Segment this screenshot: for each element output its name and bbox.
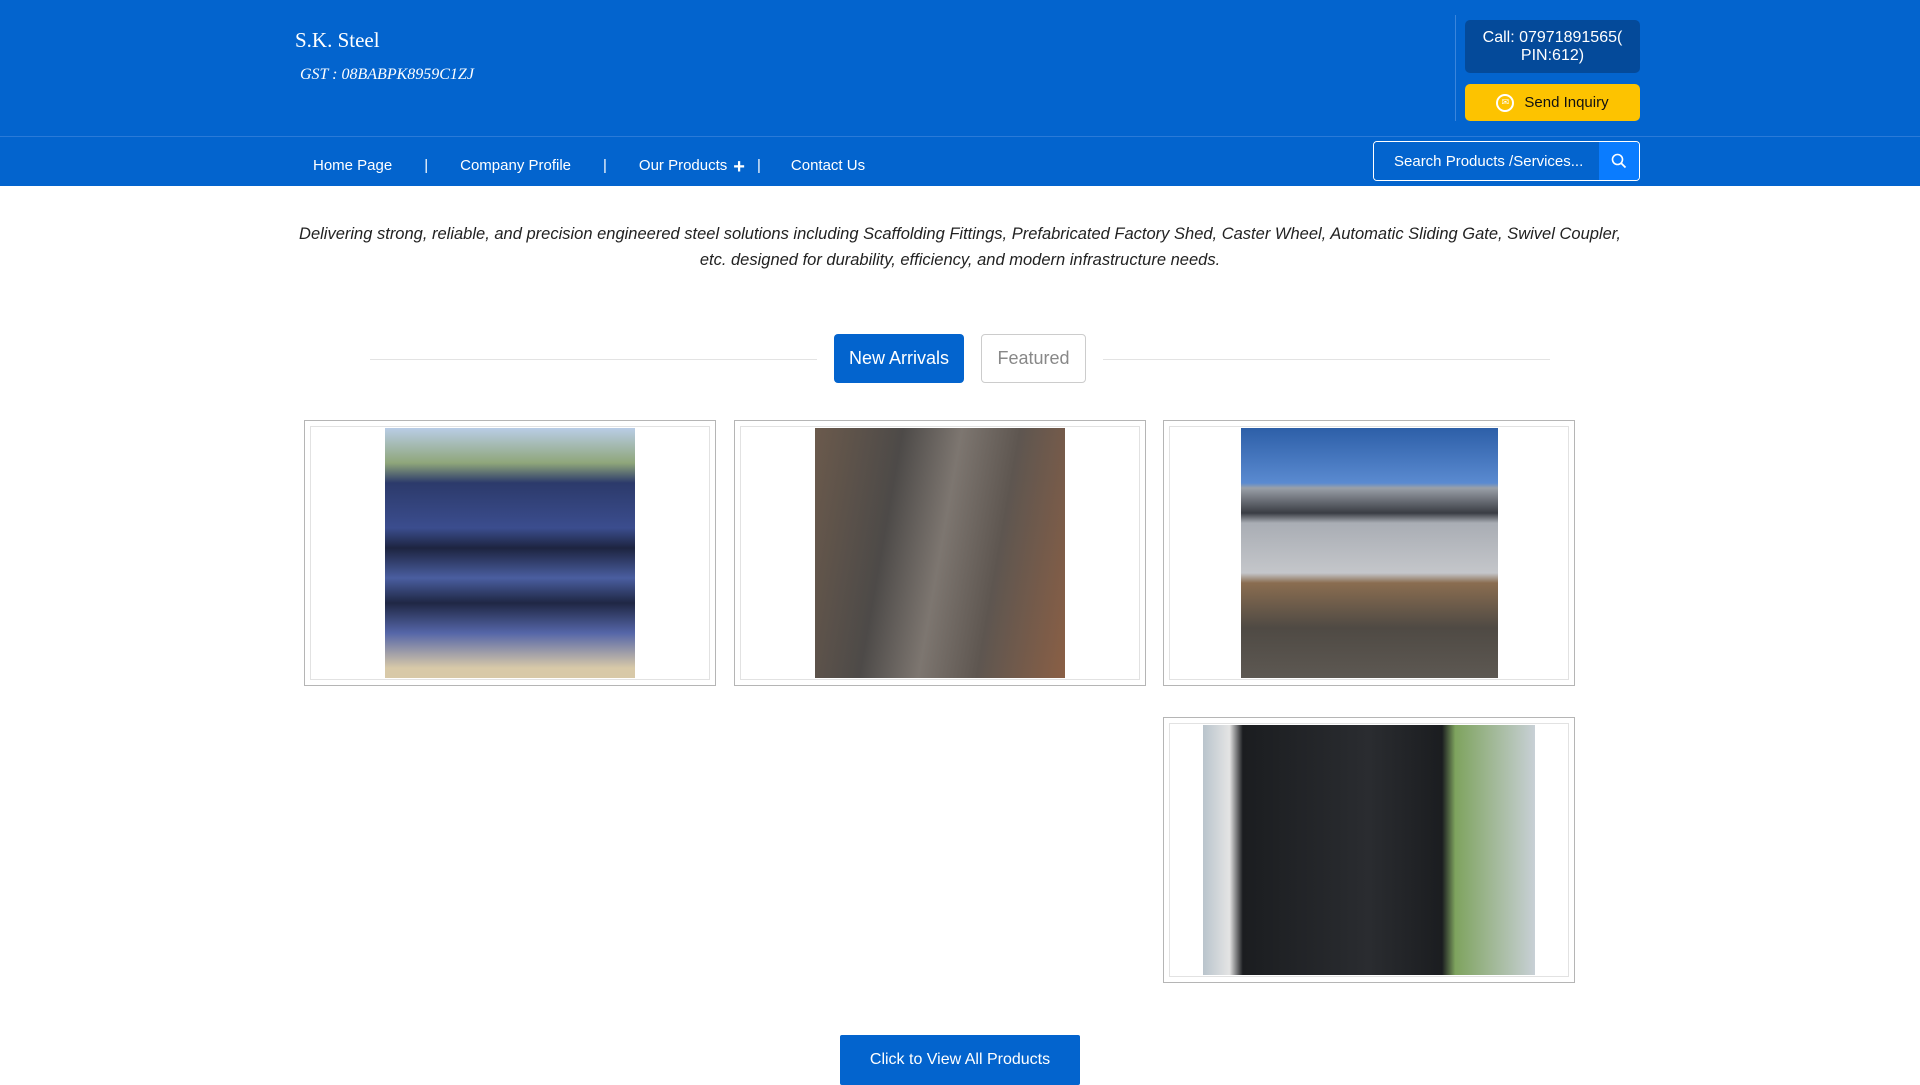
header: S.K. Steel GST : 08BABPK8959C1ZJ Call: 0… [0, 0, 1920, 186]
nav-separator: | [756, 157, 761, 174]
divider [1455, 15, 1456, 121]
envelope-icon: ✉ [1496, 93, 1515, 112]
product-image-steel-plates[interactable] [815, 428, 1065, 678]
main-nav: Home Page | Company Profile | Our Produc… [313, 152, 865, 179]
product-card[interactable] [1163, 420, 1575, 686]
product-image-scaffolding-pipes[interactable] [385, 428, 635, 678]
send-inquiry-button[interactable]: ✉ Send Inquiry [1465, 84, 1640, 121]
call-box[interactable]: Call: 07971891565( PIN:612) [1465, 20, 1640, 73]
product-image-sliding-gate[interactable] [1203, 725, 1535, 975]
tagline: Delivering strong, reliable, and precisi… [299, 225, 1621, 269]
nav-separator: | [603, 157, 607, 174]
nav-contact-us[interactable]: Contact Us [791, 157, 865, 174]
product-card[interactable] [304, 420, 716, 686]
search-bar [1373, 141, 1640, 181]
nav-home[interactable]: Home Page [313, 157, 392, 174]
nav-company-profile[interactable]: Company Profile [460, 157, 571, 174]
tab-new-arrivals[interactable]: New Arrivals [834, 334, 964, 383]
search-button[interactable] [1599, 142, 1639, 180]
divider [1103, 359, 1550, 360]
nav-separator: | [424, 157, 429, 174]
nav-our-products[interactable]: Our Products [639, 157, 727, 174]
divider [370, 359, 817, 360]
search-input[interactable] [1374, 142, 1599, 180]
search-icon [1611, 153, 1627, 169]
divider [0, 136, 1920, 137]
plus-icon[interactable]: + [733, 156, 745, 179]
product-card[interactable] [1163, 717, 1575, 983]
company-name[interactable]: S.K. Steel [295, 28, 380, 53]
send-inquiry-label: Send Inquiry [1524, 94, 1609, 111]
tab-featured[interactable]: Featured [981, 334, 1086, 383]
product-image-prefabricated-shed[interactable] [1240, 428, 1498, 678]
product-card[interactable] [734, 420, 1146, 686]
gst-number: GST : 08BABPK8959C1ZJ [300, 66, 474, 83]
view-all-products-button[interactable]: Click to View All Products [840, 1035, 1080, 1085]
